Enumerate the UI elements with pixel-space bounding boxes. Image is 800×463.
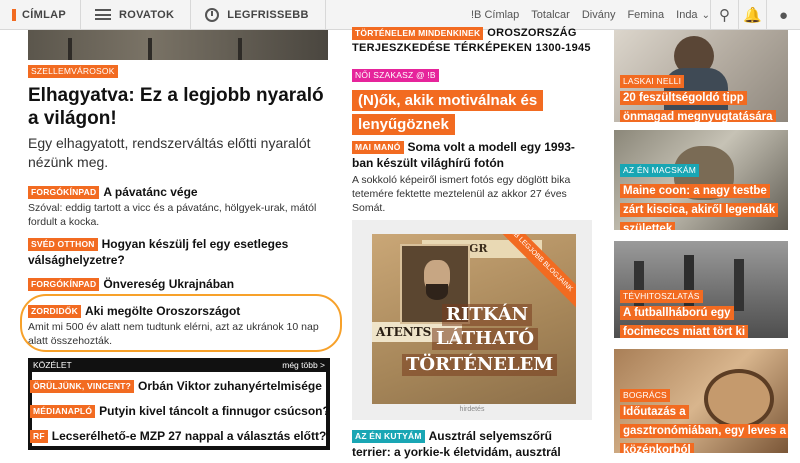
user-icon[interactable]: ● <box>766 0 800 30</box>
item-tag[interactable]: SVÉD OTTHON <box>28 238 98 252</box>
item-tag[interactable]: RF <box>30 430 48 444</box>
item-tag[interactable]: FORGÓKÍNPAD <box>28 278 100 292</box>
item-title[interactable]: Putyin kivel táncolt a finnugor csúcson? <box>99 404 330 418</box>
card-tag[interactable]: LASKAI NELLI <box>620 75 685 88</box>
card-title[interactable]: 20 feszültségoldó tipp önmagad megnyugta… <box>620 91 776 122</box>
ad-text-line1: RITKÁN <box>442 304 533 326</box>
item-lede: Szóval: eddig tartott a vicc és a pávatá… <box>28 202 317 228</box>
feature-title[interactable]: (N)ők, akik motiválnak és lenyűgöznek <box>352 90 544 135</box>
clock-icon <box>205 7 220 22</box>
search-icon[interactable]: ⚲ <box>710 0 738 30</box>
nav-home-label: CÍMLAP <box>22 8 66 21</box>
list-item[interactable]: ÖRÜLJÜNK, VINCENT? Orbán Viktor zuhanyért… <box>30 378 340 394</box>
tag-label: SZELLEMVÁROSOK <box>28 65 118 79</box>
card-tag[interactable]: TÉVHITOSZLATÁS <box>620 290 703 303</box>
bell-icon[interactable]: 🔔 <box>738 0 766 30</box>
hamburger-icon <box>94 9 111 20</box>
card[interactable]: BOGRÁCS Időutazás a gasztronómiában, egy… <box>614 349 788 453</box>
chevron-down-icon[interactable]: ⌄ <box>702 10 710 21</box>
ad-label: hirdetés <box>459 406 485 413</box>
nav-sections[interactable]: ROVATOK <box>81 0 190 30</box>
site-link-divany[interactable]: Divány <box>582 9 616 21</box>
card-title[interactable]: Időutazás a gasztronómiában, egy leves a… <box>620 405 788 453</box>
more-link[interactable]: még több > <box>282 360 325 370</box>
story[interactable]: MAI MANÓ Soma volt a modell egy 1993-ban … <box>352 139 592 215</box>
card[interactable]: AZ ÉN MACSKÁM Maine coon: a nagy testbe … <box>614 130 788 230</box>
item-tag[interactable]: AZ ÉN KUTYÁM <box>352 430 425 444</box>
list-item[interactable]: MÉDIANAPLÓ Putyin kivel táncolt a finnugo… <box>30 403 340 419</box>
story-bottom[interactable]: AZ ÉN KUTYÁM Ausztrál selyemszőrű terrier… <box>352 428 592 463</box>
nav-latest[interactable]: LEGFRISSEBB <box>191 0 325 30</box>
lead-lede: Egy elhagyatott, rendszerváltás előtti n… <box>28 135 311 170</box>
nav-sections-label: ROVATOK <box>118 8 175 21</box>
ad-text-line2: LÁTHATÓ <box>432 328 539 350</box>
card-title[interactable]: Maine coon: a nagy testbe zárt kiscica, … <box>620 184 779 230</box>
item-lede: A sokkoló képeiről ismert fotós egy dögl… <box>352 174 571 214</box>
highlight-circle <box>20 294 342 352</box>
kozelet-header: KÖZÉLET még több > <box>28 358 330 372</box>
story-top[interactable]: TÖRTÉNELEM MINDENKINEK OROSZORSZÁG TERJES… <box>352 26 592 56</box>
advertisement[interactable]: LITHOGR ATENTS !B LEGJOBB BLOGJAINK RITK… <box>352 220 592 420</box>
item-tag[interactable]: ÖRÜLJÜNK, VINCENT? <box>30 380 135 394</box>
site-link-inda[interactable]: Inda <box>676 9 697 21</box>
item-tag[interactable]: NŐI SZAKASZ @ !B <box>352 69 439 83</box>
item-tag[interactable]: TÖRTÉNELEM MINDENKINEK <box>352 26 484 40</box>
card[interactable]: LASKAI NELLI 20 feszültségoldó tipp önma… <box>614 30 788 122</box>
lead-title[interactable]: Elhagyatva: Ez a legjobb nyaraló a világ… <box>28 84 338 130</box>
item-tag[interactable]: MAI MANÓ <box>352 141 404 155</box>
nav-latest-label: LEGFRISSEBB <box>227 8 309 21</box>
ad-text-line3: TÖRTÉNELEM <box>402 354 558 376</box>
feature-story[interactable]: NŐI SZAKASZ @ !B (N)ők, akik motiválnak … <box>352 67 592 137</box>
card-title[interactable]: A futballháború egy focimeccs miatt tört… <box>620 306 749 338</box>
item-title[interactable]: Lecserélhető-e MZP 27 nappal a választás… <box>52 429 327 443</box>
site-link-femina[interactable]: Femina <box>627 9 664 21</box>
index-logo-icon <box>12 8 16 21</box>
card-tag[interactable]: BOGRÁCS <box>620 389 670 402</box>
kozelet-label[interactable]: KÖZÉLET <box>33 360 72 370</box>
ad-banner[interactable]: LITHOGR ATENTS !B LEGJOBB BLOGJAINK RITK… <box>372 234 576 404</box>
lead-tag[interactable]: SZELLEMVÁROSOK <box>28 63 122 81</box>
card[interactable]: TÉVHITOSZLATÁS A futballháború egy focim… <box>614 241 788 338</box>
item-title[interactable]: A pávatánc vége <box>103 185 197 199</box>
list-item[interactable]: RF Lecserélhető-e MZP 27 nappal a választ… <box>30 428 340 444</box>
item-tag[interactable]: FORGÓKÍNPAD <box>28 186 100 200</box>
site-link-totalcar[interactable]: Totalcar <box>531 9 570 21</box>
item-tag[interactable]: MÉDIANAPLÓ <box>30 405 96 419</box>
list-item[interactable]: FORGÓKÍNPAD A pávatánc vége Szóval: eddig… <box>28 184 338 229</box>
nav-home[interactable]: CÍMLAP <box>0 0 80 30</box>
item-title[interactable]: Önvereség Ukrajnában <box>103 277 234 291</box>
lead-photo[interactable] <box>28 30 328 60</box>
card-tag[interactable]: AZ ÉN MACSKÁM <box>620 164 699 177</box>
site-link-index[interactable]: !B Címlap <box>471 9 519 21</box>
list-item[interactable]: SVÉD OTTHON Hogyan készülj fel egy esetle… <box>28 236 338 268</box>
item-title[interactable]: Orbán Viktor zuhanyértelmisége <box>138 379 322 393</box>
list-item[interactable]: FORGÓKÍNPAD Önvereség Ukrajnában <box>28 276 338 292</box>
